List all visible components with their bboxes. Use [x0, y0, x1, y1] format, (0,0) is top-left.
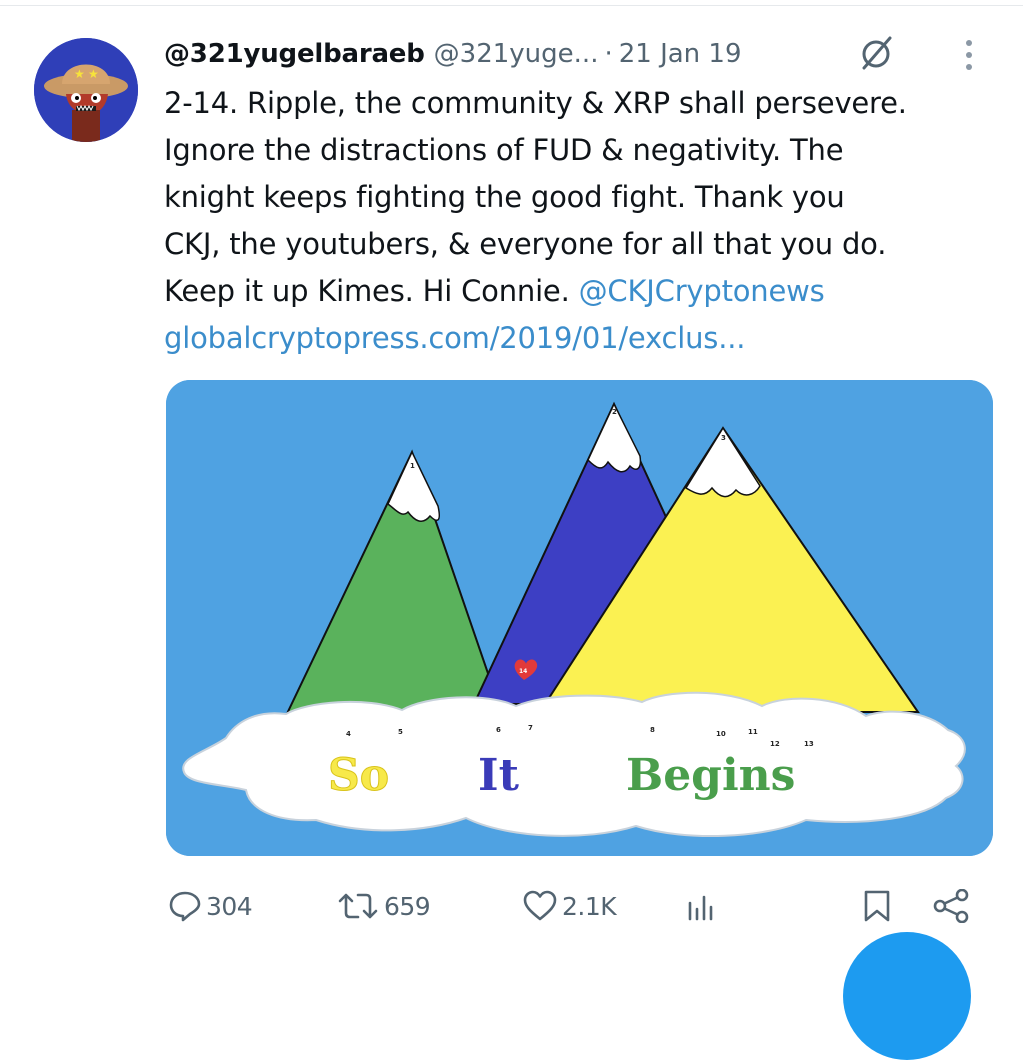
display-name[interactable]: @321yugelbaraeb [164, 39, 425, 69]
views-button[interactable] [686, 880, 716, 932]
share-icon [933, 889, 969, 923]
mention-link[interactable]: @CKJCryptonews [579, 274, 825, 308]
like-count: 2.1K [562, 891, 617, 921]
number-label: 8 [650, 726, 655, 734]
avatar[interactable]: ★ ★ [34, 38, 138, 142]
compose-fab[interactable] [843, 932, 971, 1060]
repost-button[interactable]: 659 [336, 880, 431, 932]
number-label: 6 [496, 726, 501, 734]
action-bar: 304 659 2.1K [0, 880, 1023, 932]
number-label: 2 [612, 408, 617, 416]
reply-icon [169, 891, 201, 922]
svg-text:★: ★ [88, 67, 99, 81]
tweet-header: @321yugelbaraeb @321yuge... · 21 Jan 19 [164, 34, 742, 74]
caption-word-it: It [478, 750, 520, 801]
more-icon[interactable] [954, 38, 984, 72]
number-label: 11 [748, 728, 758, 736]
tweet-text: 2-14. Ripple, the community & XRP shall … [164, 80, 994, 362]
number-label: 10 [716, 730, 726, 738]
number-label: 13 [804, 740, 814, 748]
tweet-date[interactable]: 21 Jan 19 [619, 39, 742, 69]
tweet-text-line: Keep it up Kimes. Hi Connie. @CKJCrypton… [164, 268, 994, 315]
cloud [182, 691, 966, 838]
repost-icon [338, 893, 378, 919]
number-label: 1 [410, 462, 415, 470]
grok-icon[interactable] [856, 34, 896, 74]
number-label: 14 [519, 668, 527, 675]
tweet-text-fragment: Keep it up Kimes. Hi Connie. [164, 274, 579, 308]
number-label: 12 [770, 740, 780, 748]
top-divider [0, 5, 1023, 6]
share-button[interactable] [932, 880, 972, 932]
tweet-text-line: Ignore the distractions of FUD & negativ… [164, 133, 844, 167]
number-label: 4 [346, 730, 351, 738]
reply-button[interactable]: 304 [168, 880, 253, 932]
bookmark-icon [864, 890, 890, 922]
bookmark-button[interactable] [862, 880, 892, 932]
like-icon [523, 890, 557, 921]
tweet-text-line: knight keeps fighting the good fight. Th… [164, 180, 845, 214]
caption-word-begins: Begins [626, 750, 795, 801]
tweet-text-line: 2-14. Ripple, the community & XRP shall … [164, 86, 907, 120]
number-label: 3 [721, 434, 726, 442]
tweet-text-line: CKJ, the youtubers, & everyone for all t… [164, 227, 887, 261]
caption-word-so: So [328, 750, 389, 801]
separator-dot: · [604, 39, 613, 69]
tweet-media[interactable]: So It Begins 1 2 3 4 5 6 7 8 10 11 12 13… [166, 380, 993, 856]
url-link[interactable]: globalcryptopress.com/2019/01/exclus... [164, 315, 994, 362]
number-label: 5 [398, 728, 403, 736]
number-label: 7 [528, 724, 533, 732]
repost-count: 659 [384, 891, 431, 921]
media-illustration: So It Begins 1 2 3 4 5 6 7 8 10 11 12 13… [166, 380, 993, 856]
avatar-image: ★ ★ [34, 38, 138, 142]
svg-text:★: ★ [74, 67, 85, 81]
like-button[interactable]: 2.1K [522, 880, 617, 932]
user-handle[interactable]: @321yuge... [434, 39, 599, 69]
reply-count: 304 [206, 891, 253, 921]
views-icon [688, 895, 713, 921]
